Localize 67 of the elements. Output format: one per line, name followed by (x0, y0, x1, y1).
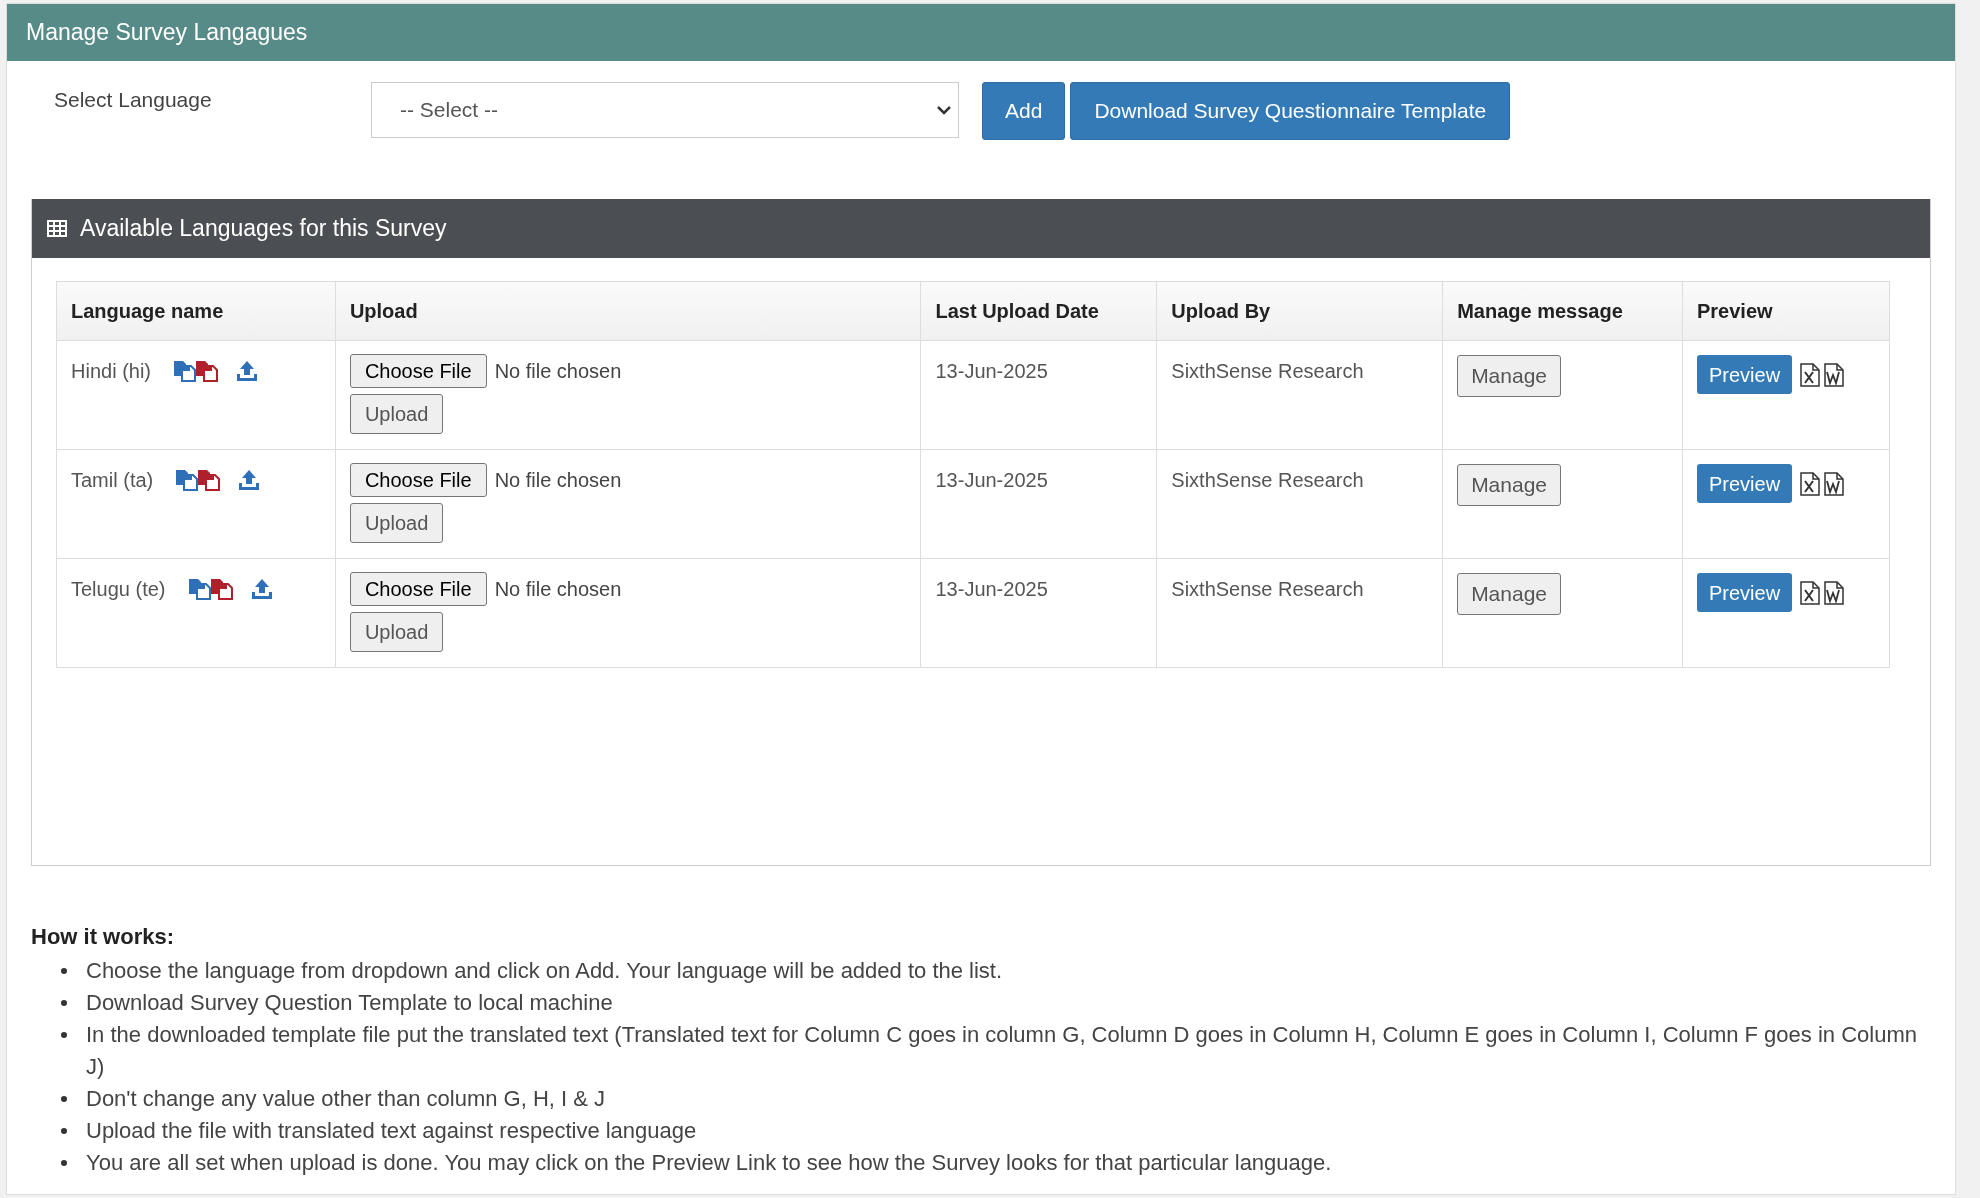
word-file-icon[interactable] (1824, 580, 1845, 605)
documents-icon (173, 360, 198, 382)
uploader-name: SixthSense Research (1171, 469, 1364, 491)
bullet-icon (61, 1000, 67, 1006)
help-text: Upload the file with translated text against respective language (86, 1117, 697, 1145)
column-header: Upload (349, 300, 418, 322)
dropdown-value: -- Select -- (400, 97, 498, 124)
bullet-icon (61, 1128, 67, 1134)
choose-file-button[interactable]: Choose File (349, 463, 487, 497)
add-button[interactable]: Add (982, 82, 1066, 140)
documents-icon (187, 578, 212, 600)
column-header: Language name (71, 300, 224, 322)
documents-icon (197, 469, 222, 491)
page-title: Manage Survey Langagues (26, 18, 308, 48)
column-header: Manage message (1457, 300, 1623, 322)
upload-icon[interactable] (238, 469, 261, 491)
file-status-text: No file chosen (494, 577, 622, 602)
help-text: You are all set when upload is done. You may click on the Preview Link to see how the Survey looks for that particular language. (86, 1149, 1332, 1177)
spreadsheet-file-icon[interactable] (1800, 580, 1821, 605)
help-text: In the downloaded template file put the translated text (Translated text for Column C goes in column G, Column D goes in Column H, Column E goes in Column I, Column F goes in Column J) (86, 1021, 1918, 1081)
preview-button[interactable]: Preview (1697, 464, 1793, 503)
language-dropdown[interactable]: -- Select -- (371, 82, 959, 138)
help-text: Don't change any value other than column G, H, I & J (86, 1085, 606, 1113)
preview-button[interactable]: Preview (1697, 573, 1793, 612)
spreadsheet-file-icon[interactable] (1800, 362, 1821, 387)
manage-button[interactable]: Manage (1457, 464, 1561, 506)
column-header: Last Upload Date (935, 300, 1099, 322)
language-name: Tamil (ta) (71, 468, 154, 493)
upload-button[interactable]: Upload (349, 503, 444, 543)
upload-icon[interactable] (250, 578, 273, 600)
bullet-icon (61, 1096, 67, 1102)
word-file-icon[interactable] (1824, 362, 1845, 387)
manage-button[interactable]: Manage (1457, 573, 1561, 615)
documents-icon (209, 578, 234, 600)
choose-file-button[interactable]: Choose File (349, 354, 487, 388)
upload-button[interactable]: Upload (349, 394, 444, 434)
select-language-label: Select Language (54, 87, 213, 113)
file-status-text: No file chosen (494, 359, 622, 384)
upload-icon[interactable] (236, 360, 259, 382)
help-title: How it works: (31, 923, 175, 951)
table-icon (47, 220, 67, 237)
documents-icon (195, 360, 220, 382)
column-header: Preview (1697, 300, 1773, 322)
column-header: Upload By (1171, 300, 1271, 322)
choose-file-button[interactable]: Choose File (349, 572, 487, 606)
upload-date: 13-Jun-2025 (935, 578, 1048, 600)
bullet-icon (61, 1032, 67, 1038)
language-name: Hindi (hi) (71, 359, 152, 384)
upload-date: 13-Jun-2025 (935, 360, 1048, 382)
spreadsheet-file-icon[interactable] (1800, 471, 1821, 496)
language-name: Telugu (te) (71, 577, 166, 602)
uploader-name: SixthSense Research (1171, 578, 1364, 600)
chevron-down-icon (936, 104, 952, 116)
help-text: Download Survey Question Template to local machine (86, 989, 613, 1017)
download-template-button[interactable]: Download Survey Questionnaire Template (1070, 82, 1511, 140)
panel-title: Available Languages for this Survey (80, 214, 447, 244)
documents-icon (175, 469, 200, 491)
word-file-icon[interactable] (1824, 471, 1845, 496)
help-text: Choose the language from dropdown and click on Add. Your language will be added to the list. (86, 957, 1003, 985)
preview-button[interactable]: Preview (1697, 355, 1793, 394)
bullet-icon (61, 968, 67, 974)
upload-date: 13-Jun-2025 (935, 469, 1048, 491)
file-status-text: No file chosen (494, 468, 622, 493)
bullet-icon (61, 1160, 67, 1166)
uploader-name: SixthSense Research (1171, 360, 1364, 382)
manage-button[interactable]: Manage (1457, 355, 1561, 397)
upload-button[interactable]: Upload (349, 612, 444, 652)
